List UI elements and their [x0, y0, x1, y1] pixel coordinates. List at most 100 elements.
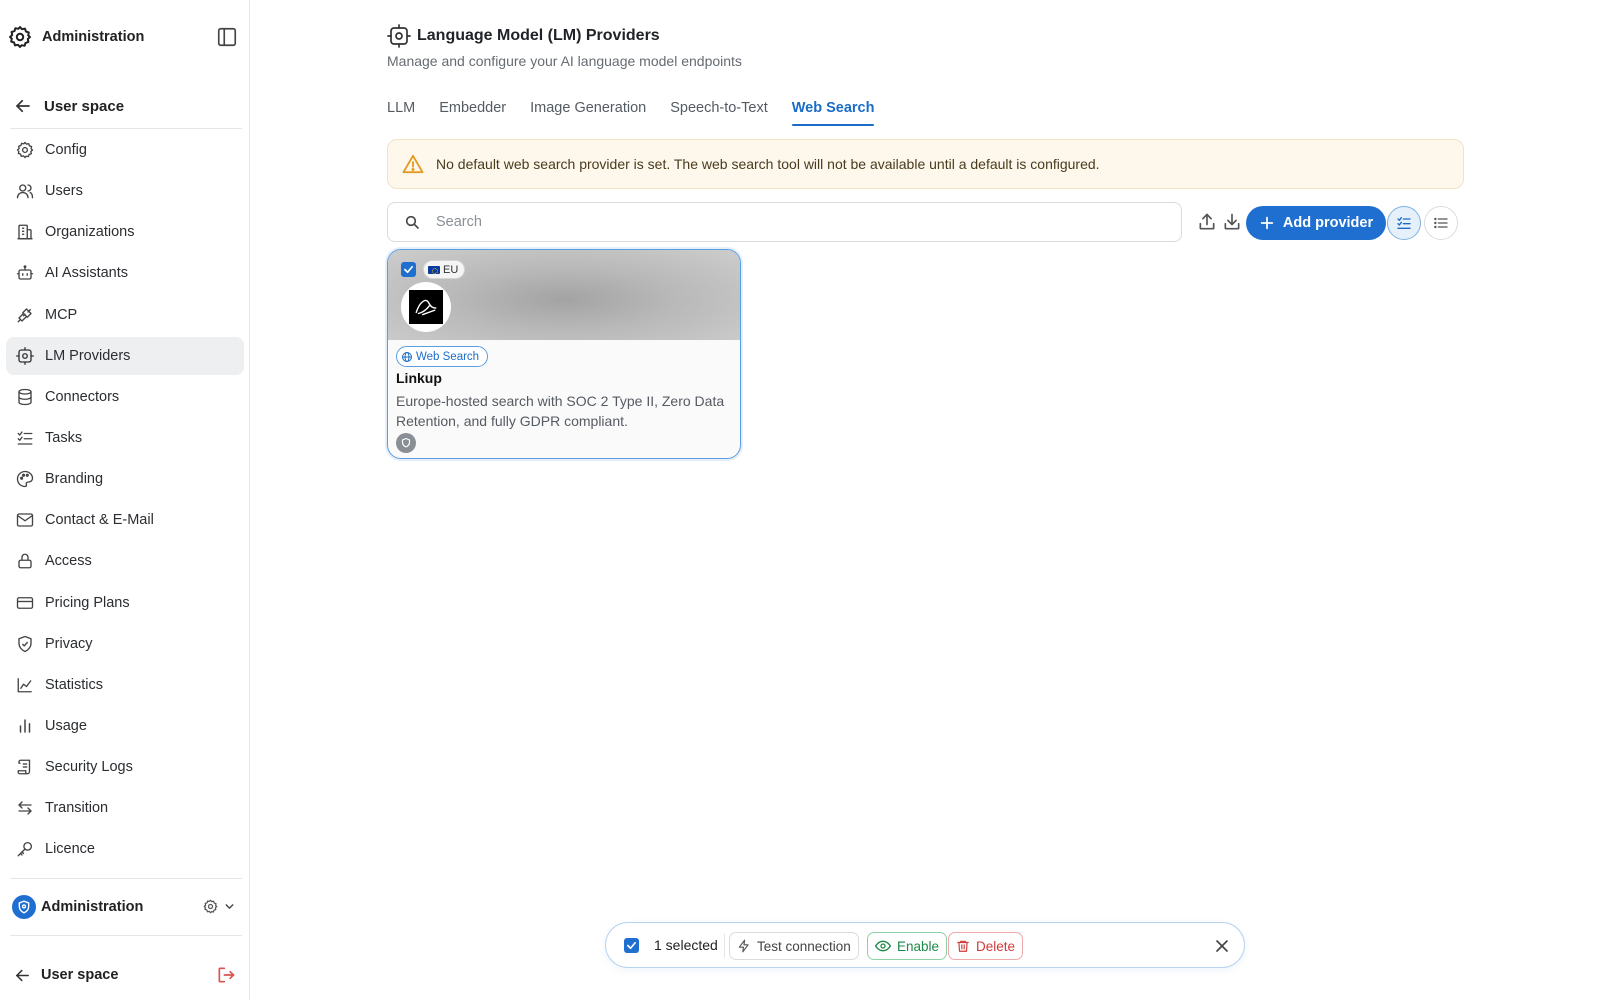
sidebar-item-branding[interactable]: Branding: [6, 460, 244, 498]
area-chart-icon: [15, 675, 35, 695]
bar-chart-icon: [15, 716, 35, 736]
sidebar-item-access[interactable]: Access: [6, 542, 244, 580]
sidebar-toggle-icon[interactable]: [216, 26, 238, 48]
delete-button[interactable]: Delete: [948, 932, 1024, 960]
test-connection-label: Test connection: [757, 938, 851, 954]
sidebar-item-contact-email[interactable]: Contact & E-Mail: [6, 501, 244, 539]
organization-switcher[interactable]: Administration: [12, 894, 240, 920]
import-icon[interactable]: [1220, 210, 1244, 234]
enable-button[interactable]: Enable: [867, 932, 948, 960]
footer-user-space[interactable]: User space: [14, 962, 242, 988]
sidebar-item-users[interactable]: Users: [6, 172, 244, 210]
sidebar-item-label: Branding: [45, 471, 104, 488]
sidebar-header: Administration: [8, 23, 242, 51]
warning-icon: [402, 154, 424, 174]
org-label: Administration: [41, 899, 144, 915]
sidebar-item-label: MCP: [45, 306, 78, 323]
sidebar-item-connectors[interactable]: Connectors: [6, 378, 244, 416]
sidebar-item-config[interactable]: Config: [6, 131, 244, 169]
chevron-down-icon[interactable]: [223, 900, 236, 913]
gear-icon: [15, 140, 35, 160]
arrow-left-icon: [14, 967, 31, 984]
arrow-left-icon: [14, 97, 32, 115]
back-to-user-space[interactable]: User space: [14, 93, 242, 119]
footer-label: User space: [41, 967, 119, 983]
grid-view-toggle[interactable]: [1387, 206, 1421, 240]
provider-search: [387, 202, 1182, 242]
users-icon: [15, 181, 35, 201]
back-label: User space: [44, 97, 125, 115]
lightning-icon: [737, 939, 751, 953]
export-icon[interactable]: [1195, 210, 1219, 234]
divider: [10, 935, 242, 936]
eu-flag-icon: [428, 265, 440, 274]
scroll-icon: [15, 757, 35, 777]
tab-llm[interactable]: LLM: [387, 98, 415, 128]
sidebar-item-label: Config: [45, 142, 87, 158]
provider-type-tabs: LLM Embedder Image Generation Speech-to-…: [387, 98, 898, 128]
sidebar-item-label: Usage: [45, 717, 87, 734]
sidebar-item-label: Users: [45, 183, 83, 200]
credit-card-icon: [15, 593, 35, 613]
card-select-checkbox[interactable]: [401, 262, 416, 277]
bulk-select-checkbox[interactable]: [624, 938, 639, 953]
status-icon: [396, 433, 416, 453]
page-header: Language Model (LM) Providers: [387, 24, 660, 48]
tab-speech-to-text[interactable]: Speech-to-Text: [670, 98, 768, 128]
sidebar-item-label: Tasks: [45, 429, 83, 446]
list-check-icon: [1396, 215, 1412, 231]
search-input[interactable]: [436, 214, 1136, 230]
bulk-action-bar: 1 selected Test connection Enable Delete: [605, 922, 1245, 968]
add-provider-button[interactable]: Add provider: [1246, 206, 1386, 240]
gear-icon[interactable]: [203, 899, 218, 914]
sidebar-item-licence[interactable]: Licence: [6, 830, 244, 868]
sidebar-item-pricing-plans[interactable]: Pricing Plans: [6, 584, 244, 622]
tab-web-search[interactable]: Web Search: [791, 98, 874, 128]
cpu-icon: [15, 346, 35, 366]
sidebar-item-lm-providers[interactable]: LM Providers: [6, 336, 244, 375]
warning-text: No default web search provider is set. T…: [436, 156, 1100, 172]
provider-card-linkup[interactable]: EU Web Search Linkup Europe-hosted searc…: [387, 249, 741, 459]
sidebar-item-label: Access: [45, 553, 92, 570]
database-icon: [15, 387, 35, 407]
list-view-toggle[interactable]: [1424, 206, 1458, 240]
sidebar-item-tasks[interactable]: Tasks: [6, 419, 244, 457]
tab-image-generation[interactable]: Image Generation: [530, 98, 646, 128]
sidebar-item-ai-assistants[interactable]: AI Assistants: [6, 254, 244, 292]
enable-label: Enable: [897, 938, 940, 954]
no-default-warning: No default web search provider is set. T…: [387, 139, 1464, 189]
sidebar-item-label: Organizations: [45, 224, 135, 241]
globe-icon: [401, 351, 413, 363]
sidebar-item-security-logs[interactable]: Security Logs: [6, 748, 244, 786]
sidebar-item-label: AI Assistants: [45, 265, 129, 282]
trash-icon: [956, 939, 970, 953]
eye-icon: [875, 939, 891, 953]
sidebar-item-privacy[interactable]: Privacy: [6, 625, 244, 663]
tab-embedder[interactable]: Embedder: [439, 98, 506, 128]
sidebar-item-mcp[interactable]: MCP: [6, 296, 244, 334]
lock-icon: [15, 551, 35, 571]
divider: [10, 878, 242, 879]
page-subtitle: Manage and configure your AI language mo…: [387, 53, 742, 69]
search-icon: [404, 214, 420, 230]
region-badge: EU: [423, 260, 466, 279]
provider-logo: [401, 282, 451, 332]
sidebar-item-statistics[interactable]: Statistics: [6, 666, 244, 704]
sidebar-item-label: Connectors: [45, 388, 120, 405]
selected-count: 1 selected: [654, 937, 718, 953]
close-icon[interactable]: [1212, 936, 1232, 956]
bot-icon: [15, 263, 35, 283]
list-icon: [1433, 215, 1449, 231]
category-tag: Web Search: [396, 346, 489, 367]
palette-icon: [15, 469, 35, 489]
sidebar-item-usage[interactable]: Usage: [6, 707, 244, 745]
sidebar-item-label: Licence: [45, 841, 95, 858]
sidebar-item-organizations[interactable]: Organizations: [6, 213, 244, 251]
test-connection-button[interactable]: Test connection: [729, 932, 859, 960]
region-label: EU: [443, 263, 459, 276]
list-check-icon: [15, 428, 35, 448]
divider: [724, 934, 725, 958]
logout-icon[interactable]: [216, 965, 236, 985]
add-provider-label: Add provider: [1282, 215, 1374, 231]
sidebar-item-transition[interactable]: Transition: [6, 789, 244, 827]
